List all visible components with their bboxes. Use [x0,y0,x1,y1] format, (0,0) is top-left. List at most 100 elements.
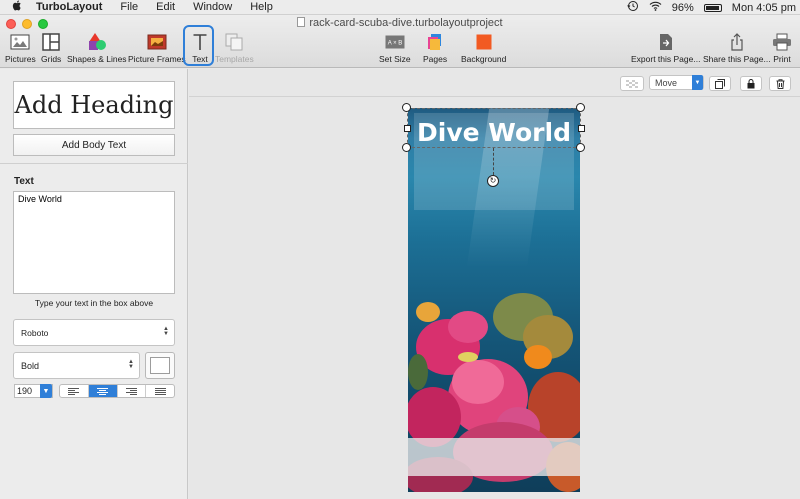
resize-handle-top-right[interactable] [576,103,585,112]
align-left-icon [68,387,80,395]
grids-label: Grids [41,54,62,64]
export-page-tool[interactable]: Export this Page... [631,32,700,64]
align-justify-icon [154,387,166,395]
share-icon [727,32,747,52]
rotation-guide [493,148,494,175]
svg-text:A × B: A × B [388,41,403,47]
picture-frames-label: Picture Frames [128,54,186,64]
shapes-icon [87,32,107,52]
selection-box[interactable] [407,108,581,148]
export-icon [656,32,676,52]
lock-icon [747,78,755,88]
font-family-select[interactable]: Roboto ▲ ▼ [13,319,175,346]
chevron-down-icon: ▼ [692,75,703,90]
set-size-tool[interactable]: A × B Set Size [379,32,411,64]
checkerboard-icon [626,79,638,88]
canvas-area: Move ▼ Dive World ↻ [189,69,800,499]
print-tool[interactable]: Print [772,32,792,64]
window-title: rack-card-scuba-dive.turbolayoutproject [0,17,800,29]
templates-icon [224,32,244,52]
window-toolbar: rack-card-scuba-dive.turbolayoutproject … [0,15,800,68]
align-justify-button[interactable] [146,385,174,397]
rotate-handle-icon[interactable]: ↻ [487,175,499,187]
canvas-toolbar: Move ▼ [189,69,800,97]
resize-handle-bottom-left[interactable] [402,143,411,152]
color-swatch [150,357,170,374]
align-left-button[interactable] [60,385,89,397]
align-right-button[interactable] [118,385,147,397]
align-center-icon [97,387,109,395]
font-size-value: 190 [17,386,33,396]
chevron-down-icon: ▼ [40,384,52,398]
background-label: Background [461,54,507,64]
picture-frames-tool[interactable]: Picture Frames [128,32,186,64]
mode-select[interactable]: Move ▼ [649,75,704,90]
templates-label: Templates [215,54,254,64]
panel-divider [0,163,188,164]
clock[interactable]: Mon 4:05 pm [732,2,796,14]
bottom-text-band[interactable] [408,438,580,476]
window-title-text: rack-card-scuba-dive.turbolayoutproject [309,17,503,29]
font-weight-select[interactable]: Bold ▲ ▼ [13,352,140,379]
resize-handle-right[interactable] [578,125,585,132]
transparency-button[interactable] [620,76,644,91]
align-center-button[interactable] [88,385,118,397]
text-alignment-control [59,384,175,398]
text-icon [190,32,210,52]
trash-icon [776,78,784,89]
text-inspector-panel: Add Heading Add Body Text Text Type your… [0,69,188,499]
pictures-tool[interactable]: Pictures [5,32,36,64]
printer-icon [772,32,792,52]
document-icon [297,17,306,27]
font-weight-value: Bold [21,360,40,371]
share-label: Share this Page... [703,54,771,64]
time-machine-icon[interactable] [626,0,639,15]
set-size-icon: A × B [385,32,405,52]
menu-help[interactable]: Help [250,1,273,13]
export-label: Export this Page... [631,54,701,64]
duplicate-button[interactable] [709,76,731,91]
add-heading-button[interactable]: Add Heading [13,81,175,129]
pages-tool[interactable]: Pages [423,32,447,64]
battery-percent: 96% [671,1,694,14]
templates-tool[interactable]: Templates [215,32,254,64]
pages-label: Pages [423,54,448,64]
font-family-value: Roboto [21,327,49,338]
menu-edit[interactable]: Edit [156,1,175,13]
wifi-icon[interactable] [649,1,662,14]
resize-handle-top-left[interactable] [402,103,411,112]
updown-chevron-icon: ▲ ▼ [128,359,134,370]
add-body-text-button[interactable]: Add Body Text [13,134,175,156]
mode-value: Move [655,77,678,88]
resize-handle-left[interactable] [404,125,411,132]
delete-button[interactable] [769,76,791,91]
text-color-well[interactable] [145,352,175,379]
grids-tool[interactable]: Grids [41,32,61,64]
share-page-tool[interactable]: Share this Page... [703,32,771,64]
text-tool-label: Text [192,54,208,64]
text-tool[interactable]: Text [190,32,210,64]
pictures-label: Pictures [5,54,36,64]
pages-icon [425,32,445,52]
duplicate-icon [715,78,725,89]
lock-button[interactable] [740,76,762,91]
battery-icon[interactable] [703,3,722,12]
pictures-icon [10,32,30,52]
picture-frame-icon [147,32,167,52]
background-tool[interactable]: Background [461,32,506,64]
background-icon [474,32,494,52]
app-menu[interactable]: TurboLayout [36,1,102,13]
shapes-lines-tool[interactable]: Shapes & Lines [67,32,127,64]
menu-window[interactable]: Window [193,1,232,13]
menu-file[interactable]: File [120,1,138,13]
font-size-select[interactable]: 190 ▼ [14,384,53,398]
text-content-field[interactable] [13,191,175,294]
text-hint: Type your text in the box above [34,298,154,308]
menu-bar: TurboLayout File Edit Window Help 96% Mo… [0,0,800,15]
grids-icon [41,32,61,52]
print-label: Print [773,54,791,64]
apple-menu-icon[interactable] [10,0,24,14]
resize-handle-bottom-right[interactable] [576,143,585,152]
set-size-label: Set Size [379,54,411,64]
rack-card-page[interactable]: Dive World [408,108,580,492]
